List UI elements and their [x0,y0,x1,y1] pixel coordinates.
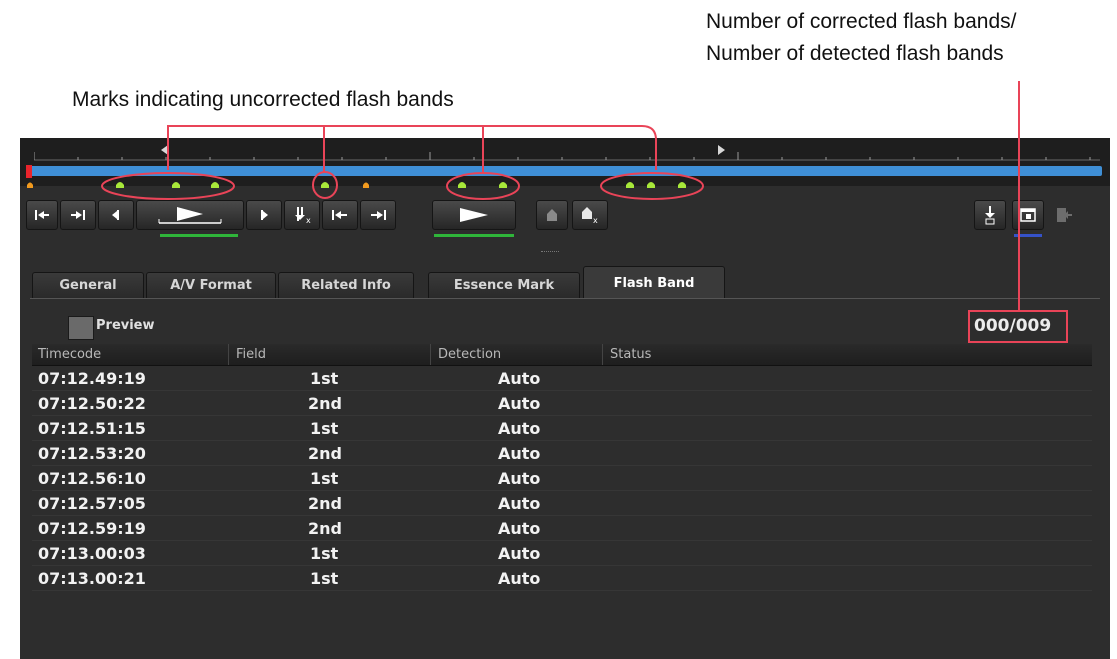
marks-ellipse [101,172,235,200]
marks-ellipse [446,172,520,200]
marks-callout-bracket [167,125,657,170]
marks-ellipse [312,171,338,199]
callout-overlay [101,81,1020,312]
marks-ellipse [600,172,704,200]
